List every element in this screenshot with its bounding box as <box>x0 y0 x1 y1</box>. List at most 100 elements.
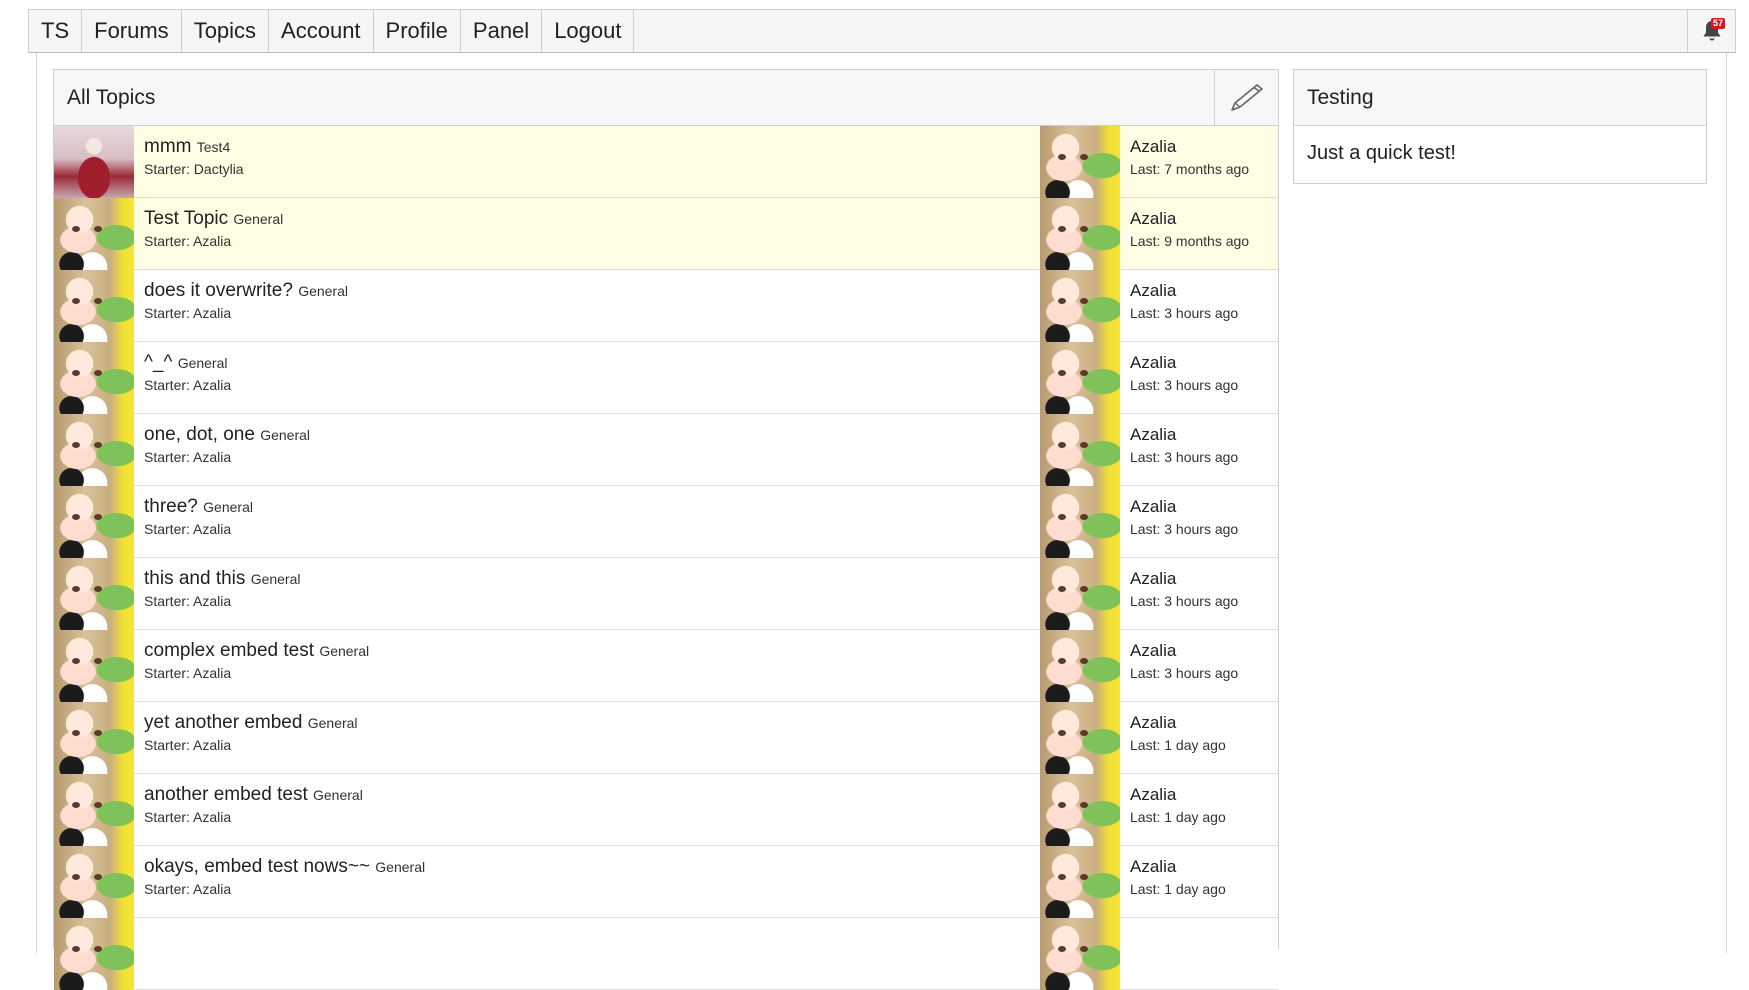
topic-row[interactable]: mmm Test4 Starter: Dactylia Azalia Last: 7 … <box>54 126 1278 198</box>
starter-avatar[interactable] <box>54 630 134 702</box>
topic-starter[interactable]: Starter: Azalia <box>144 449 1030 465</box>
topic-title-link[interactable]: one, dot, one <box>144 424 255 445</box>
starter-avatar[interactable] <box>54 126 134 198</box>
last-poster-avatar[interactable] <box>1040 126 1120 198</box>
topic-starter[interactable]: Starter: Azalia <box>144 233 1030 249</box>
topic-forum-link[interactable]: General <box>260 427 310 443</box>
topic-title-link[interactable]: does it overwrite? <box>144 280 293 301</box>
last-poster-name[interactable]: Azalia <box>1130 207 1268 231</box>
starter-avatar[interactable] <box>54 774 134 846</box>
topic-forum-link[interactable]: General <box>319 643 369 659</box>
starter-avatar[interactable] <box>54 486 134 558</box>
last-poster-avatar[interactable] <box>1040 414 1120 486</box>
topic-row[interactable]: one, dot, one General Starter: Azalia Azal… <box>54 414 1278 486</box>
last-poster-avatar[interactable] <box>1040 774 1120 846</box>
starter-avatar[interactable] <box>54 702 134 774</box>
topic-title-link[interactable]: Test Topic <box>144 208 228 229</box>
topic-list-header: All Topics <box>54 70 1278 126</box>
last-poster-avatar[interactable] <box>1040 558 1120 630</box>
topic-row[interactable]: another embed test General Starter: Azali… <box>54 774 1278 846</box>
topic-starter[interactable]: Starter: Azalia <box>144 593 1030 609</box>
topic-forum-link[interactable]: General <box>308 715 358 731</box>
topic-title-line: yet another embed General <box>144 711 1030 735</box>
last-poster-name[interactable]: Azalia <box>1130 351 1268 375</box>
topic-title-link[interactable]: three? <box>144 496 198 517</box>
topic-forum-link[interactable]: General <box>251 571 301 587</box>
nav-item-panel[interactable]: Panel <box>461 10 543 52</box>
last-poster-name[interactable]: Azalia <box>1130 855 1268 879</box>
topic-title-link[interactable]: ^_^ <box>144 352 172 373</box>
topic-title-line: mmm Test4 <box>144 135 1030 159</box>
starter-avatar[interactable] <box>54 558 134 630</box>
alerts-button[interactable]: 57 <box>1687 10 1735 52</box>
starter-avatar[interactable] <box>54 198 134 270</box>
topic-row[interactable]: Test Topic General Starter: Azalia Azalia L… <box>54 198 1278 270</box>
last-poster-name[interactable]: Azalia <box>1130 711 1268 735</box>
last-poster-avatar[interactable] <box>1040 702 1120 774</box>
topic-row[interactable]: this and this General Starter: Azalia Azal… <box>54 558 1278 630</box>
last-poster-name[interactable]: Azalia <box>1130 495 1268 519</box>
starter-avatar[interactable] <box>54 918 134 990</box>
topic-row[interactable] <box>54 918 1278 990</box>
topic-row[interactable]: okays, embed test nows~~ General Starter:… <box>54 846 1278 918</box>
topic-forum-link[interactable]: General <box>178 355 228 371</box>
nav-item-logout[interactable]: Logout <box>542 10 635 52</box>
last-post-info: Azalia Last: 1 day ago <box>1120 774 1278 845</box>
topic-info: complex embed test General Starter: Azali… <box>134 630 1040 701</box>
topic-starter[interactable]: Starter: Azalia <box>144 665 1030 681</box>
topic-title-line: this and this General <box>144 567 1030 591</box>
topic-title-link[interactable]: this and this <box>144 568 245 589</box>
topic-info: ^_^ General Starter: Azalia <box>134 342 1040 413</box>
last-poster-name[interactable]: Azalia <box>1130 279 1268 303</box>
last-post-info: Azalia Last: 1 day ago <box>1120 846 1278 917</box>
topic-starter[interactable]: Starter: Azalia <box>144 305 1030 321</box>
topic-info: three? General Starter: Azalia <box>134 486 1040 557</box>
last-poster-avatar[interactable] <box>1040 198 1120 270</box>
topic-title-link[interactable]: yet another embed <box>144 712 302 733</box>
last-post-info: Azalia Last: 3 hours ago <box>1120 630 1278 701</box>
last-poster-name[interactable]: Azalia <box>1130 135 1268 159</box>
topic-row[interactable]: yet another embed General Starter: Azalia… <box>54 702 1278 774</box>
nav-brand[interactable]: TS <box>29 10 83 52</box>
last-poster-avatar[interactable] <box>1040 486 1120 558</box>
topic-row[interactable]: does it overwrite? General Starter: Azali… <box>54 270 1278 342</box>
topic-starter[interactable]: Starter: Azalia <box>144 737 1030 753</box>
nav-item-account[interactable]: Account <box>269 10 374 52</box>
topic-title-link[interactable]: okays, embed test nows~~ <box>144 856 370 877</box>
starter-avatar[interactable] <box>54 414 134 486</box>
nav-item-forums[interactable]: Forums <box>82 10 182 52</box>
starter-avatar[interactable] <box>54 846 134 918</box>
topic-forum-link[interactable]: Test4 <box>197 139 230 155</box>
last-poster-avatar[interactable] <box>1040 846 1120 918</box>
last-poster-name[interactable]: Azalia <box>1130 567 1268 591</box>
last-poster-avatar[interactable] <box>1040 630 1120 702</box>
topic-title-link[interactable]: another embed test <box>144 784 308 805</box>
topic-forum-link[interactable]: General <box>298 283 348 299</box>
topic-title-link[interactable]: mmm <box>144 136 191 157</box>
topic-forum-link[interactable]: General <box>375 859 425 875</box>
topic-starter[interactable]: Starter: Azalia <box>144 809 1030 825</box>
topic-starter[interactable]: Starter: Azalia <box>144 521 1030 537</box>
topic-starter[interactable]: Starter: Azalia <box>144 377 1030 393</box>
starter-avatar[interactable] <box>54 270 134 342</box>
last-poster-avatar[interactable] <box>1040 342 1120 414</box>
nav-item-profile[interactable]: Profile <box>374 10 461 52</box>
topic-row[interactable]: complex embed test General Starter: Azali… <box>54 630 1278 702</box>
last-poster-name[interactable]: Azalia <box>1130 783 1268 807</box>
last-poster-avatar[interactable] <box>1040 270 1120 342</box>
topic-forum-link[interactable]: General <box>203 499 253 515</box>
topic-row[interactable]: ^_^ General Starter: Azalia Azalia Last: 3 … <box>54 342 1278 414</box>
topic-starter[interactable]: Starter: Azalia <box>144 881 1030 897</box>
nav-item-topics[interactable]: Topics <box>182 10 270 52</box>
last-poster-avatar[interactable] <box>1040 918 1120 990</box>
topic-row[interactable]: three? General Starter: Azalia Azalia Last:… <box>54 486 1278 558</box>
last-post-info: Azalia Last: 3 hours ago <box>1120 342 1278 413</box>
create-topic-button[interactable] <box>1214 70 1278 125</box>
last-poster-name[interactable]: Azalia <box>1130 639 1268 663</box>
topic-starter[interactable]: Starter: Dactylia <box>144 161 1030 177</box>
topic-forum-link[interactable]: General <box>313 787 363 803</box>
last-poster-name[interactable]: Azalia <box>1130 423 1268 447</box>
starter-avatar[interactable] <box>54 342 134 414</box>
topic-forum-link[interactable]: General <box>233 211 283 227</box>
topic-title-link[interactable]: complex embed test <box>144 640 314 661</box>
